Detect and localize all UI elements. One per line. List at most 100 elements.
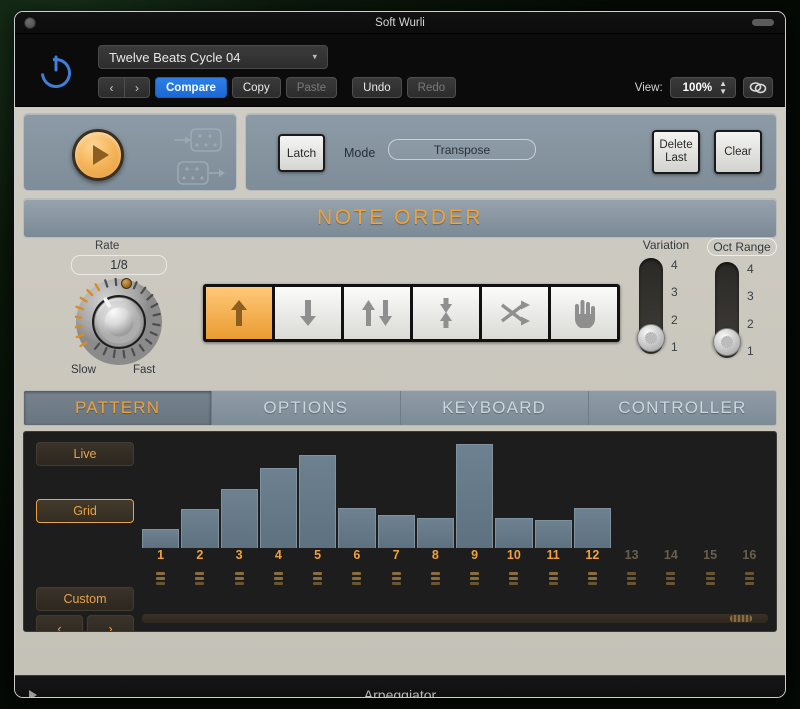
step-bar-slot[interactable]: [652, 436, 689, 548]
direction-down-up-button[interactable]: [412, 286, 480, 340]
step-velocity-cell[interactable]: [652, 569, 689, 603]
zoom-stepper[interactable]: 100% ▲ ▼: [669, 77, 736, 98]
step-velocity-ticks: [509, 572, 519, 587]
pattern-mode-live-button[interactable]: Live: [36, 442, 134, 466]
step-grid: 1 2 3 4 5 6 7 8 9 10 11 12 13 14 15 16: [142, 436, 768, 627]
step-velocity-cell[interactable]: [731, 569, 768, 603]
step-velocity-cell[interactable]: [260, 569, 297, 603]
step-velocity-cell[interactable]: [338, 569, 375, 603]
redo-button[interactable]: Redo: [406, 77, 457, 98]
window-close-button[interactable]: [24, 17, 36, 29]
pattern-mode-grid-button[interactable]: Grid: [36, 499, 134, 523]
step-bar[interactable]: [259, 468, 297, 548]
plugin-window: Soft Wurli Twelve Beats Cycle 04 ▾ ‹ › C…: [14, 11, 786, 698]
plugin-header: Twelve Beats Cycle 04 ▾ ‹ › Compare Copy…: [15, 34, 785, 107]
step-velocity-cell[interactable]: [299, 569, 336, 603]
direction-down-button[interactable]: [274, 286, 342, 340]
copy-button[interactable]: Copy: [231, 77, 281, 98]
step-bar-slot[interactable]: [534, 436, 572, 548]
oct-range-thumb[interactable]: [713, 328, 741, 356]
step-bar[interactable]: [299, 455, 337, 548]
step-bar[interactable]: [338, 508, 376, 548]
step-bar-slot[interactable]: [259, 436, 297, 548]
step-bar-slot[interactable]: [416, 436, 454, 548]
next-preset-button[interactable]: ›: [124, 77, 150, 98]
step-bar[interactable]: [534, 520, 572, 548]
step-bar[interactable]: [456, 444, 494, 548]
tab-pattern[interactable]: PATTERN: [24, 391, 213, 425]
link-icon[interactable]: [743, 77, 773, 98]
tab-options[interactable]: OPTIONS: [212, 391, 401, 425]
step-bar-slot[interactable]: [377, 436, 415, 548]
oct-range-slider-block: Oct Range 4 3 2 1: [707, 238, 777, 362]
variation-slider[interactable]: 4 3 2 1: [631, 258, 701, 358]
step-bar[interactable]: [495, 518, 533, 548]
step-bar-slot[interactable]: [142, 436, 180, 548]
direction-as-played-button[interactable]: [550, 286, 618, 340]
step-bar-slot[interactable]: [613, 436, 650, 548]
pattern-editor: Live Grid Custom ‹ › 1 2 3 4 5 6 7 8 9 10 11 12 13 14…: [23, 431, 777, 632]
step-velocity-cell[interactable]: [378, 569, 415, 603]
step-velocity-cell[interactable]: [456, 569, 493, 603]
power-icon[interactable]: [37, 52, 75, 90]
paste-button[interactable]: Paste: [285, 77, 338, 98]
step-velocity-cell[interactable]: [142, 569, 179, 603]
mode-value-field[interactable]: Transpose: [388, 139, 536, 160]
step-velocity-cell[interactable]: [613, 569, 650, 603]
custom-next-button[interactable]: ›: [87, 615, 134, 631]
undo-button[interactable]: Undo: [352, 77, 402, 98]
step-bar-slot[interactable]: [299, 436, 337, 548]
step-bar[interactable]: [377, 515, 415, 548]
oct-range-slider[interactable]: 4 3 2 1: [707, 262, 777, 362]
oct-range-tick-1: 1: [747, 343, 754, 358]
direction-up-button[interactable]: [205, 286, 273, 340]
direction-up-down-button[interactable]: [343, 286, 411, 340]
step-bar-slot[interactable]: [338, 436, 376, 548]
grid-scrollbar[interactable]: [142, 614, 768, 623]
clear-button[interactable]: Clear: [714, 130, 762, 174]
step-velocity-cell[interactable]: [495, 569, 532, 603]
mode-label: Mode: [344, 146, 376, 160]
step-bar[interactable]: [220, 489, 258, 548]
prev-preset-button[interactable]: ‹: [98, 77, 124, 98]
step-bar-slot[interactable]: [692, 436, 729, 548]
rate-label: Rate: [95, 240, 120, 252]
tab-keyboard[interactable]: KEYBOARD: [400, 391, 589, 425]
disclosure-triangle-icon[interactable]: [29, 689, 37, 697]
step-velocity-row[interactable]: [142, 569, 768, 603]
play-icon[interactable]: [72, 129, 124, 181]
step-velocity-cell[interactable]: [181, 569, 218, 603]
direction-random-button[interactable]: [481, 286, 549, 340]
step-bar-slot[interactable]: [181, 436, 219, 548]
rate-knob[interactable]: [73, 277, 163, 366]
compare-button[interactable]: Compare: [155, 77, 227, 98]
pattern-mode-custom-button[interactable]: Custom: [36, 587, 134, 611]
step-bar-slot[interactable]: [573, 436, 611, 548]
tab-controller[interactable]: CONTROLLER: [588, 391, 776, 425]
variation-thumb[interactable]: [637, 324, 665, 352]
variation-label: Variation: [642, 238, 690, 252]
step-velocity-cell[interactable]: [417, 569, 454, 603]
preset-menu[interactable]: Twelve Beats Cycle 04 ▾: [98, 45, 328, 69]
step-bar-slot[interactable]: [220, 436, 258, 548]
step-bar[interactable]: [573, 508, 611, 548]
step-velocity-cell[interactable]: [574, 569, 611, 603]
rate-value-field[interactable]: 1/8: [71, 255, 167, 275]
step-bar[interactable]: [181, 509, 219, 548]
custom-prev-button[interactable]: ‹: [36, 615, 83, 631]
step-bar-slot[interactable]: [731, 436, 768, 548]
step-bar-slot[interactable]: [495, 436, 533, 548]
step-bar-slot[interactable]: [456, 436, 494, 548]
step-bar[interactable]: [142, 529, 180, 548]
window-resize-pill[interactable]: [752, 19, 774, 26]
plugin-body: Latch Mode Transpose Delete Last Clear N…: [15, 107, 785, 675]
step-velocity-cell[interactable]: [692, 569, 729, 603]
step-bars[interactable]: [142, 436, 768, 548]
step-bar[interactable]: [416, 518, 454, 548]
delete-last-button[interactable]: Delete Last: [652, 130, 700, 174]
step-velocity-cell[interactable]: [535, 569, 572, 603]
grid-scrollbar-thumb[interactable]: [730, 615, 752, 622]
latch-button[interactable]: Latch: [278, 134, 325, 172]
step-velocity-ticks: [587, 572, 597, 587]
step-velocity-cell[interactable]: [221, 569, 258, 603]
